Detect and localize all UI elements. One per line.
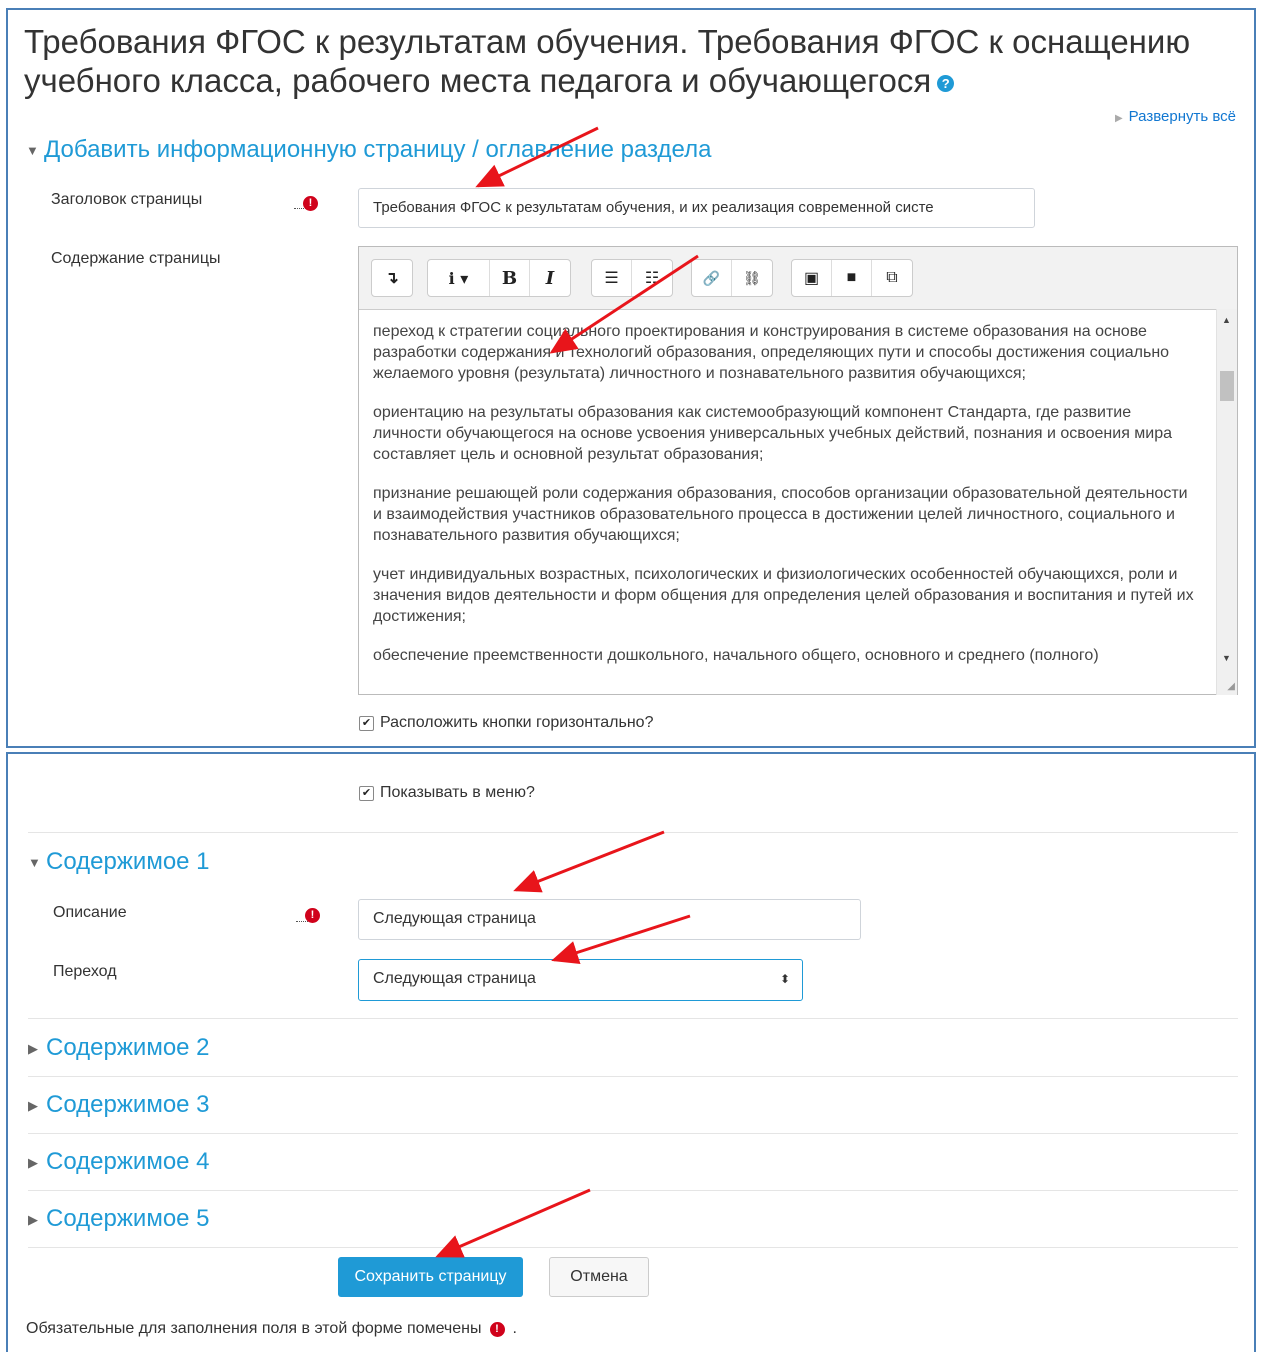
- resize-handle-icon[interactable]: ◢: [1227, 681, 1235, 692]
- section-title: Содержимое 2: [46, 1034, 210, 1061]
- caret-down-icon: ▼: [28, 855, 41, 871]
- unlink-icon[interactable]: ⛓: [732, 260, 772, 296]
- divider: [28, 1190, 1238, 1191]
- rich-text-editor[interactable]: ↴ i ▾ B I ☰ ☷ 🔗 ⛓ ▣ ■ ⧉ переход к страте: [358, 246, 1238, 695]
- description-input[interactable]: Следующая страница: [358, 899, 861, 940]
- select-arrows-icon: ⬍: [779, 972, 790, 986]
- section-title: Содержимое 4: [46, 1148, 210, 1175]
- required-fields-note: Обязательные для заполнения поля в этой …: [26, 1320, 517, 1338]
- content-paragraph: обеспечение преемственности дошкольного,…: [373, 647, 1099, 664]
- collapse-toolbar-icon[interactable]: ↴: [372, 260, 412, 296]
- horizontal-buttons-checkbox[interactable]: ✔ Расположить кнопки горизонтально?: [359, 714, 653, 732]
- divider: [28, 1018, 1238, 1019]
- section-header-content-5[interactable]: ▶ Содержимое 5: [28, 1205, 210, 1233]
- content-paragraph: ориентацию на результаты образования как…: [373, 404, 1173, 463]
- manage-files-icon[interactable]: ⧉: [872, 260, 912, 296]
- toolbar-group-1: ↴: [371, 259, 413, 297]
- required-dots: [296, 921, 308, 922]
- page-title-label: Заголовок страницы: [51, 191, 203, 208]
- page-title-input[interactable]: Требования ФГОС к результатам обучения, …: [358, 188, 1035, 228]
- expand-all-link[interactable]: ▶ Развернуть всё: [1115, 108, 1236, 125]
- unordered-list-icon[interactable]: ☰: [592, 260, 632, 296]
- toolbar-group-5: ▣ ■ ⧉: [791, 259, 913, 297]
- section-title: Содержимое 3: [46, 1091, 210, 1118]
- checkbox-checked-icon[interactable]: ✔: [359, 785, 374, 801]
- section-header-content-4[interactable]: ▶ Содержимое 4: [28, 1148, 210, 1176]
- toolbar-group-3: ☰ ☷: [591, 259, 673, 297]
- caret-right-icon: ▶: [1114, 113, 1123, 124]
- scroll-down-icon[interactable]: ▼: [1222, 653, 1231, 663]
- jump-select[interactable]: Следующая страница ⬍: [358, 959, 803, 1001]
- divider: [28, 1133, 1238, 1134]
- checkbox-checked-icon[interactable]: ✔: [359, 715, 374, 731]
- section-title: Добавить информационную страницу / оглав…: [44, 136, 712, 163]
- divider: [28, 1247, 1238, 1248]
- section-header-content-3[interactable]: ▶ Содержимое 3: [28, 1091, 210, 1119]
- paragraph-style-icon[interactable]: i ▾: [428, 260, 490, 296]
- required-icon: !: [489, 1321, 505, 1337]
- horizontal-buttons-label: Расположить кнопки горизонтально?: [380, 714, 654, 731]
- description-label: Описание: [53, 904, 127, 921]
- required-icon: !: [305, 908, 320, 923]
- section-header-add-page[interactable]: ▼ Добавить информационную страницу / огла…: [26, 136, 711, 164]
- jump-label: Переход: [53, 963, 117, 980]
- show-in-menu-checkbox[interactable]: ✔ Показывать в меню?: [359, 784, 535, 802]
- editor-toolbar: ↴ i ▾ B I ☰ ☷ 🔗 ⛓ ▣ ■ ⧉: [359, 247, 1237, 310]
- image-icon[interactable]: ▣: [792, 260, 832, 296]
- content-paragraph: учет индивидуальных возрастных, психолог…: [373, 566, 1194, 625]
- caret-right-icon: ▶: [28, 1154, 38, 1170]
- required-icon: !: [303, 196, 318, 211]
- section-header-content-2[interactable]: ▶ Содержимое 2: [28, 1034, 210, 1062]
- video-icon[interactable]: ■: [832, 260, 872, 296]
- content-paragraph: переход к стратегии социального проектир…: [373, 323, 1170, 382]
- editor-content[interactable]: переход к стратегии социального проектир…: [373, 321, 1199, 689]
- link-icon[interactable]: 🔗: [692, 260, 732, 296]
- caret-right-icon: ▶: [28, 1211, 38, 1227]
- page-content-label: Содержание страницы: [51, 250, 221, 267]
- cancel-button[interactable]: Отмена: [549, 1257, 649, 1297]
- caret-right-icon: ▶: [28, 1097, 38, 1113]
- section-title: Содержимое 5: [46, 1205, 210, 1232]
- jump-select-value: Следующая страница: [373, 970, 536, 987]
- section-header-content-1[interactable]: ▼ Содержимое 1: [28, 848, 210, 876]
- caret-down-icon: ▼: [26, 143, 39, 159]
- page-title: Требования ФГОС к результатам обучения. …: [24, 23, 1191, 99]
- ordered-list-icon[interactable]: ☷: [632, 260, 672, 296]
- scroll-up-icon[interactable]: ▲: [1222, 315, 1231, 325]
- form-panel-top: Требования ФГОС к результатам обучения. …: [6, 8, 1256, 748]
- toolbar-group-4: 🔗 ⛓: [691, 259, 773, 297]
- divider: [28, 832, 1238, 833]
- divider: [28, 1076, 1238, 1077]
- bold-icon[interactable]: B: [490, 260, 530, 296]
- section-title: Содержимое 1: [46, 848, 210, 875]
- scroll-thumb[interactable]: [1220, 371, 1234, 401]
- toolbar-group-2: i ▾ B I: [427, 259, 571, 297]
- italic-icon[interactable]: I: [530, 260, 570, 296]
- save-page-button[interactable]: Сохранить страницу: [338, 1257, 523, 1297]
- show-in-menu-label: Показывать в меню?: [380, 784, 535, 801]
- question-circle-icon[interactable]: ?: [937, 74, 955, 92]
- caret-right-icon: ▶: [28, 1040, 38, 1056]
- required-note-text: Обязательные для заполнения поля в этой …: [26, 1320, 482, 1337]
- required-note-end: .: [512, 1320, 517, 1337]
- content-paragraph: признание решающей роли содержания образ…: [373, 485, 1188, 544]
- editor-scrollbar[interactable]: ▲ ▼: [1216, 309, 1237, 695]
